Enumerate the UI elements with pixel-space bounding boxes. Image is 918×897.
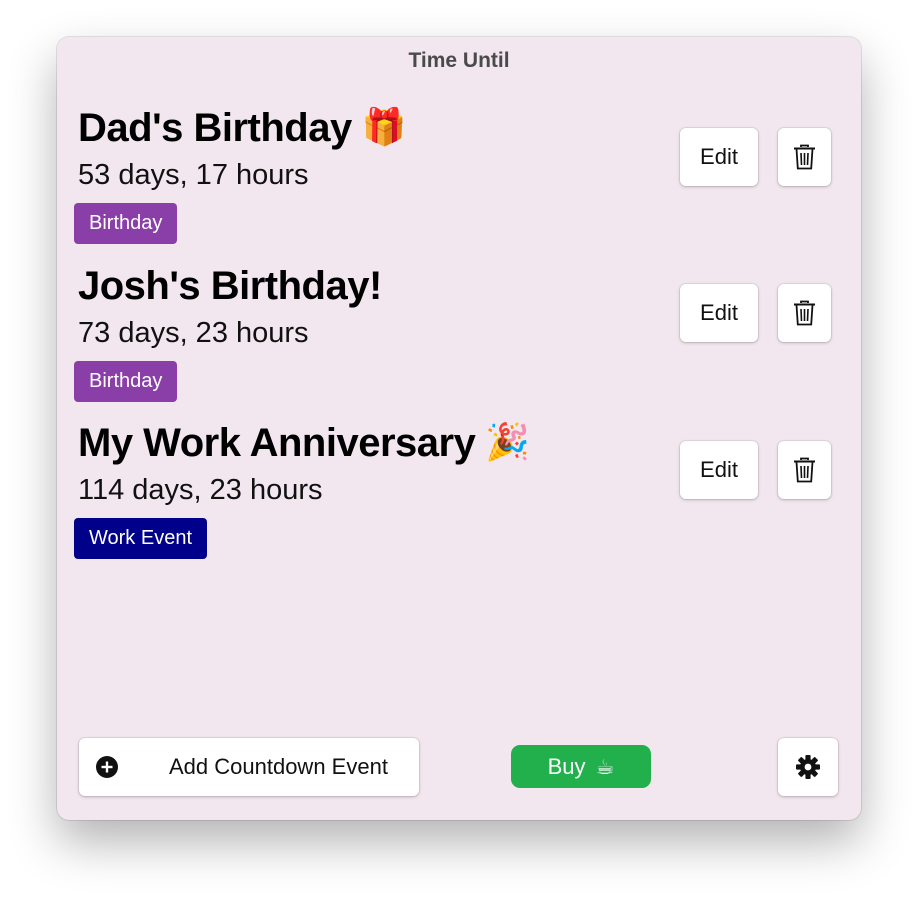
add-countdown-event-button[interactable]: Add Countdown Event	[79, 738, 419, 796]
event-tag-badge: Birthday	[74, 361, 178, 402]
trash-icon	[794, 144, 815, 170]
event-emoji: 🎁	[361, 106, 407, 147]
event-countdown: 53 days, 17 hours	[78, 159, 309, 191]
gear-icon	[796, 755, 820, 779]
delete-button[interactable]	[778, 284, 831, 342]
settings-button[interactable]	[778, 738, 838, 796]
event-row: Josh's Birthday! 73 days, 23 hours Birth…	[57, 264, 861, 414]
event-countdown: 73 days, 23 hours	[78, 317, 309, 349]
event-tag-badge: Work Event	[74, 518, 207, 559]
buy-label: Buy	[547, 754, 586, 779]
edit-button[interactable]: Edit	[680, 441, 758, 499]
event-title-text: Dad's Birthday	[78, 106, 352, 150]
edit-button[interactable]: Edit	[680, 128, 758, 186]
event-title: Dad's Birthday 🎁	[78, 106, 407, 151]
event-emoji: 🎉	[485, 421, 530, 462]
event-title: My Work Anniversary 🎉	[78, 421, 530, 466]
event-title: Josh's Birthday!	[78, 264, 392, 309]
add-countdown-event-label: Add Countdown Event	[169, 754, 388, 779]
event-countdown: 114 days, 23 hours	[78, 474, 323, 506]
edit-button[interactable]: Edit	[680, 284, 758, 342]
trash-icon	[794, 457, 815, 483]
delete-button[interactable]	[778, 441, 831, 499]
delete-button[interactable]	[778, 128, 831, 186]
event-title-text: Josh's Birthday!	[78, 264, 382, 308]
event-tag-badge: Birthday	[74, 203, 178, 244]
event-title-text: My Work Anniversary	[78, 421, 476, 465]
event-row: Dad's Birthday 🎁 53 days, 17 hours Birthd…	[57, 106, 861, 256]
window-title: Time Until	[408, 49, 510, 72]
coffee-icon: ☕	[595, 756, 615, 779]
plus-circle-icon	[96, 756, 118, 778]
app-window: Time Until Dad's Birthday 🎁 53 days, 17 h…	[57, 37, 861, 820]
event-row: My Work Anniversary 🎉 114 days, 23 hours …	[57, 421, 861, 571]
trash-icon	[794, 300, 815, 326]
buy-coffee-button[interactable]: Buy ☕	[511, 745, 651, 788]
